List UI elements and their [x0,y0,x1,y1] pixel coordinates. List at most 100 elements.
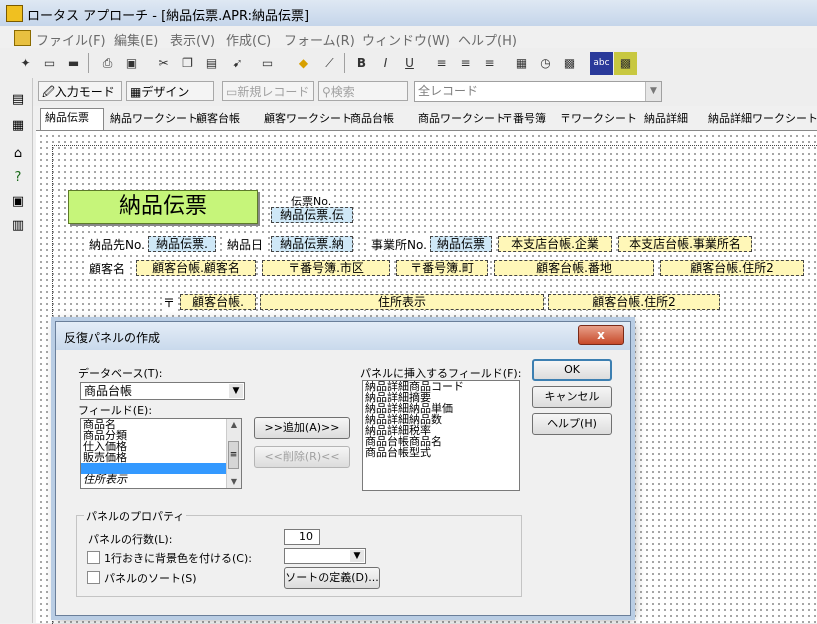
fields-list[interactable]: 商品名 商品分類 仕入価格 販売価格 税率 住所表示 ▲ ≡ ▼ [80,418,242,489]
tab-yubin-bango[interactable]: 〒番号簿 [498,110,550,129]
date-label[interactable]: 納品日 [226,236,265,253]
tab-nohin-worksheet[interactable]: 納品ワークシート [106,110,202,129]
browse-mode-button[interactable]: 🖉入力モード [38,81,122,101]
print-icon[interactable]: ⎙ [96,52,119,75]
office-no-field[interactable]: 納品伝票 [430,236,492,252]
copy-icon[interactable]: ❐ [176,52,199,75]
open-icon[interactable]: ▭ [38,52,61,75]
fill-color-icon[interactable]: ◆ [292,52,315,75]
tab-yubin-worksheet[interactable]: 〒ワークシート [556,110,641,129]
sort-checkbox[interactable] [87,571,100,584]
town-field[interactable]: 〒番号簿.町 [396,260,488,276]
list-item[interactable]: 販売価格 [81,452,241,463]
office-company-field[interactable]: 本支店台帳.企業 [498,236,612,252]
address2-field-b[interactable]: 顧客台帳.住所2 [548,294,720,310]
tab-kokyaku-worksheet[interactable]: 顧客ワークシート [260,110,356,129]
panel-fields-list[interactable]: 納品詳細商品コード 納品詳細摘要 納品詳細納品単価 納品詳細納品数 納品詳細税率… [362,380,520,491]
app-icon[interactable] [6,5,23,22]
scroll-up-icon[interactable]: ▲ [227,419,241,431]
help-icon[interactable]: ? [8,168,28,188]
office-name-field[interactable]: 本支店台帳.事業所名 [618,236,752,252]
chevron-down-icon[interactable]: ▼ [229,384,243,398]
cancel-button[interactable]: キャンセル [532,386,612,408]
worksheet-icon[interactable]: ▦ [8,116,28,136]
alt-bg-color-select[interactable]: ▼ [284,548,366,564]
calendar-icon[interactable]: ▦ [510,52,533,75]
add-button[interactable]: >>追加(A)>> [254,417,350,439]
address-display-field[interactable]: 住所表示 [260,294,544,310]
form-title[interactable]: 納品伝票 [68,190,258,224]
italic-icon[interactable]: I [374,52,397,75]
chevron-down-icon[interactable]: ▼ [350,550,364,562]
find-button[interactable]: ⚲検索 [318,81,408,101]
preview-icon[interactable]: ▣ [120,52,143,75]
monitor-icon[interactable]: ▣ [8,192,28,212]
tab-shohin-daicho[interactable]: 商品台帳 [346,110,398,129]
form-icon[interactable]: ▤ [8,90,28,110]
record-filter-select[interactable]: 全レコード ▼ [414,81,662,102]
menu-create[interactable]: 作成(C) [226,30,271,49]
align-right-icon[interactable]: ≡ [478,52,501,75]
remove-button[interactable]: <<削除(R)<< [254,446,350,468]
list-item[interactable]: 商品台帳型式 [363,447,519,458]
field-tool-icon[interactable]: ▭ [256,52,279,75]
menu-help[interactable]: ヘルプ(H) [458,30,517,49]
fields-scrollbar[interactable]: ▲ ≡ ▼ [226,419,241,488]
new-icon[interactable]: ✦ [14,52,37,75]
customer-name-field[interactable]: 顧客台帳.顧客名 [136,260,256,276]
list-item[interactable]: 住所表示 [81,474,241,485]
new-record-icon: ▭ [226,85,238,99]
scroll-thumb[interactable]: ≡ [228,441,239,469]
address2-field[interactable]: 顧客台帳.住所2 [660,260,804,276]
menu-view[interactable]: 表示(V) [170,30,215,49]
help-button[interactable]: ヘルプ(H) [532,413,612,435]
line-color-icon[interactable]: ⟋ [318,52,341,75]
scroll-down-icon[interactable]: ▼ [227,476,241,488]
dialog-title-bar: 反復パネルの作成 x [56,322,630,350]
dest-no-field[interactable]: 納品伝票. [148,236,216,252]
tab-nohin-shosai-worksheet[interactable]: 納品詳細ワークシート [704,110,817,129]
menu-file[interactable]: ファイル(F) [36,30,106,49]
tab-kokyaku-daicho[interactable]: 顧客台帳 [192,110,244,129]
align-left-icon[interactable]: ≡ [430,52,453,75]
grid-icon[interactable]: ▩ [558,52,581,75]
alt-bg-checkbox[interactable] [87,551,100,564]
zip-mark[interactable]: 〒 [162,294,177,311]
ok-button[interactable]: OK [532,359,612,381]
chevron-down-icon[interactable]: ▼ [645,82,661,101]
tab-nohin-shosai[interactable]: 納品詳細 [640,110,692,129]
menu-edit[interactable]: 編集(E) [114,30,158,49]
cut-icon[interactable]: ✂ [152,52,175,75]
rows-input[interactable]: 10 [284,529,320,545]
macro-icon[interactable]: ▩ [614,52,637,75]
database-select[interactable]: 商品台帳 ▼ [80,382,245,400]
design-mode-button[interactable]: ▦デザイン [126,81,214,101]
menu-window[interactable]: ウィンドウ(W) [362,30,450,49]
new-record-button[interactable]: ▭新規レコード [222,81,314,101]
city-field[interactable]: 〒番号簿.市区 [262,260,390,276]
document-icon[interactable] [14,30,31,46]
paste-icon[interactable]: ▤ [200,52,223,75]
chart-icon[interactable]: ▥ [8,216,28,236]
underline-icon[interactable]: U [398,52,421,75]
abc-icon[interactable]: abc [590,52,613,75]
sort-define-button[interactable]: ソートの定義(D)... [284,567,380,589]
tab-nohin-denpyo[interactable]: 納品伝票 [40,108,104,130]
bold-icon[interactable]: B [350,52,373,75]
alt-bg-label: 1行おきに背景色を付ける(C): [104,552,252,565]
street-field[interactable]: 顧客台帳.番地 [494,260,654,276]
customer-label[interactable]: 顧客名 [88,260,127,277]
folder-icon[interactable]: ▬ [62,52,85,75]
office-no-label[interactable]: 事業所No. [370,236,428,253]
align-center-icon[interactable]: ≡ [454,52,477,75]
home-icon[interactable]: ⌂ [8,144,28,164]
dest-no-label[interactable]: 納品先No. [88,236,146,253]
tab-shohin-worksheet[interactable]: 商品ワークシート [414,110,510,129]
slip-no-field[interactable]: 納品伝票.伝 [271,207,353,223]
date-field[interactable]: 納品伝票.納 [271,236,353,252]
clock-icon[interactable]: ◷ [534,52,557,75]
pointer-icon[interactable]: ➹ [226,52,249,75]
close-button[interactable]: x [578,325,624,345]
menu-form[interactable]: フォーム(R) [284,30,355,49]
zip-field[interactable]: 顧客台帳. [180,294,256,310]
